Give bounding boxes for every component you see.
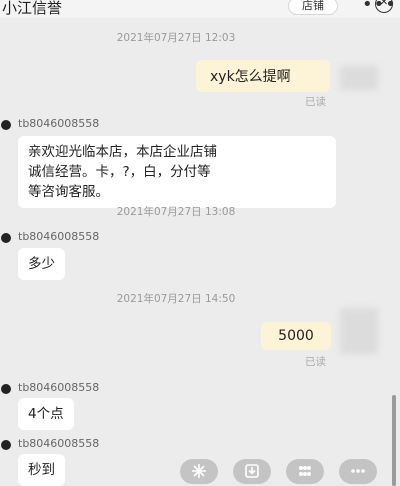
store-button[interactable]: 店铺 bbox=[288, 0, 338, 15]
scrollbar[interactable] bbox=[392, 395, 396, 486]
grid-icon[interactable] bbox=[286, 459, 324, 484]
read-status: 已读 bbox=[305, 356, 326, 368]
read-status: 已读 bbox=[305, 96, 326, 108]
sender-name: tb8046008558 bbox=[18, 381, 100, 394]
chat-title: 小江信誉 bbox=[2, 0, 63, 17]
timestamp: 2021年07月27日 14:50 bbox=[116, 293, 236, 305]
incoming-message[interactable]: 秒到 bbox=[18, 454, 65, 486]
download-icon[interactable] bbox=[233, 459, 271, 484]
blurred-avatar bbox=[340, 66, 378, 90]
timestamp: 2021年07月27日 12:03 bbox=[116, 32, 236, 44]
message-line: 诚信经营。卡，?，白，分付等 bbox=[28, 164, 211, 180]
outgoing-message[interactable]: xyk怎么提啊 bbox=[196, 60, 330, 92]
sparkle-icon[interactable] bbox=[180, 459, 218, 484]
avatar bbox=[1, 440, 11, 450]
timestamp: 2021年07月27日 13:08 bbox=[116, 206, 236, 218]
incoming-message[interactable]: 亲欢迎光临本店，本店企业店铺 诚信经营。卡，?，白，分付等 等咨询客服。 bbox=[18, 136, 336, 208]
message-line: 等咨询客服。 bbox=[28, 184, 109, 200]
blurred-avatar bbox=[340, 308, 378, 354]
avatar bbox=[1, 233, 11, 243]
sender-name: tb8046008558 bbox=[18, 117, 100, 130]
sender-name: tb8046008558 bbox=[18, 230, 100, 243]
chat-header: 小江信誉 店铺 ••• ✕ bbox=[0, 0, 400, 18]
sender-name: tb8046008558 bbox=[18, 437, 100, 450]
avatar bbox=[1, 384, 11, 394]
avatar bbox=[1, 120, 11, 130]
more-icon[interactable] bbox=[339, 459, 377, 484]
message-line: 亲欢迎光临本店，本店企业店铺 bbox=[28, 144, 217, 160]
incoming-message[interactable]: 4个点 bbox=[18, 398, 74, 430]
incoming-message[interactable]: 多少 bbox=[18, 248, 65, 280]
outgoing-message[interactable]: 5000 bbox=[261, 322, 331, 350]
